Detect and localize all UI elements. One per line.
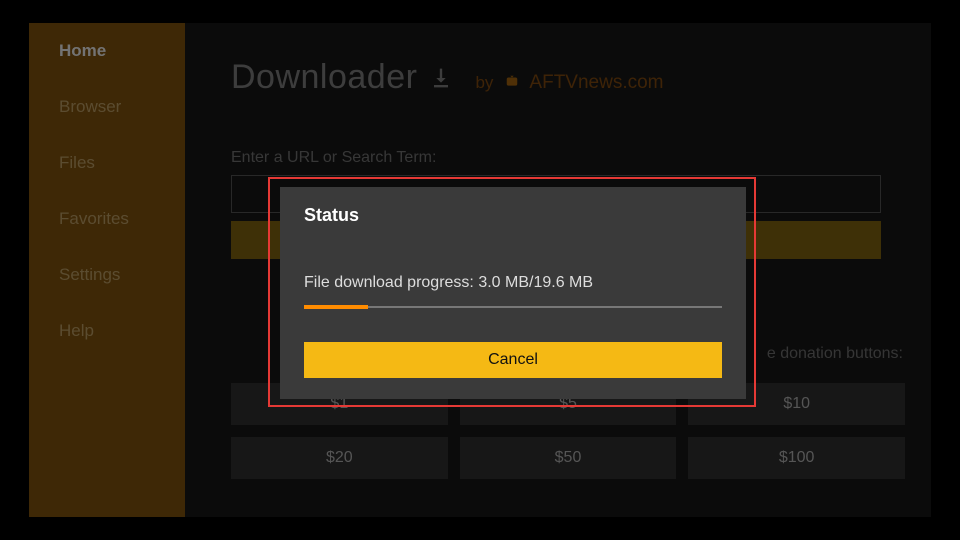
progress-bar [304,306,722,308]
cancel-button[interactable]: Cancel [304,342,722,378]
progress-fill [304,305,368,309]
progress-label: File download progress: 3.0 MB/19.6 MB [304,274,722,292]
app-window: Home Browser Files Favorites Settings He… [29,23,931,517]
dialog-highlight-frame: Status File download progress: 3.0 MB/19… [268,177,756,407]
dialog-title: Status [304,205,722,226]
status-dialog: Status File download progress: 3.0 MB/19… [280,187,746,399]
